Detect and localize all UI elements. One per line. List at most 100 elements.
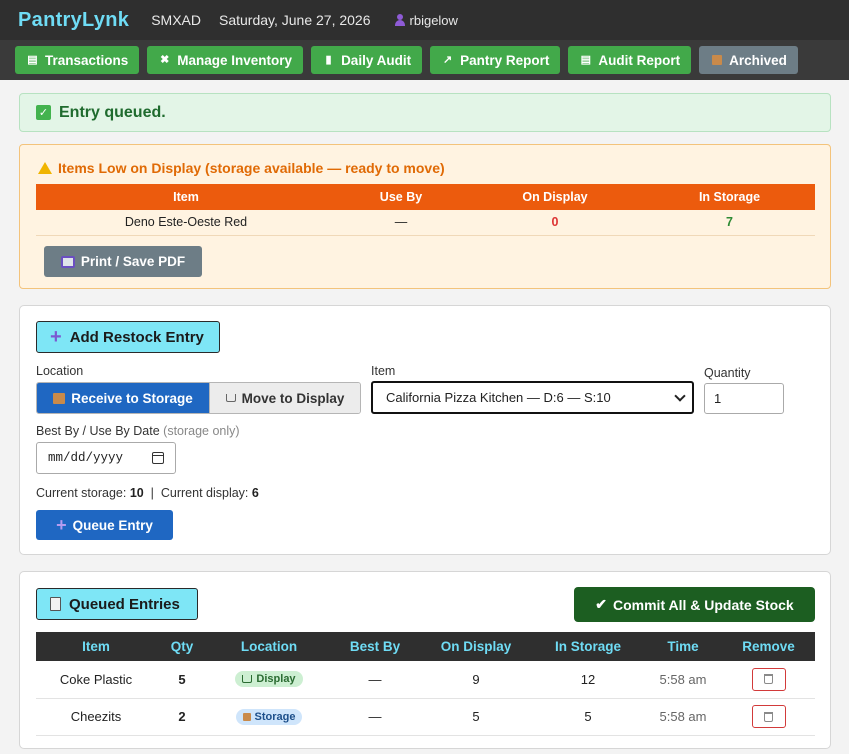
nav-label: Archived [729, 52, 787, 68]
current-stock-info: Current storage: 10 | Current display: 6 [36, 486, 259, 500]
use-by: — [336, 210, 466, 236]
alert-message: Entry queued. [59, 103, 166, 121]
location-cell: Display [208, 661, 330, 699]
box-icon [242, 712, 251, 721]
line-chart-icon: ↗ [442, 53, 453, 66]
plus-icon: + [56, 515, 67, 535]
column-header: On Display [466, 184, 644, 210]
bar-chart-icon: ▮ [325, 53, 332, 66]
user-badge[interactable]: rbigelow [394, 12, 458, 28]
location-badge: Storage [235, 708, 303, 725]
remove-cell [722, 661, 815, 699]
column-header: Time [644, 632, 722, 661]
cart-icon [225, 394, 236, 402]
success-alert: ✓ Entry queued. [19, 93, 831, 132]
clipboard-icon [50, 597, 61, 611]
time: 5:58 am [644, 698, 722, 736]
column-header: Item [36, 184, 336, 210]
nav-label: Audit Report [598, 52, 681, 68]
nav-label: Transactions [45, 52, 129, 68]
item-label: Item [371, 364, 396, 378]
low-display-title: Items Low on Display (storage available … [38, 160, 445, 176]
receive-to-storage-option[interactable]: Receive to Storage [37, 383, 209, 413]
chevron-down-icon [674, 390, 686, 402]
checkmark-icon: ✔ [595, 596, 607, 612]
date-label: Best By / Use By Date (storage only) [36, 424, 240, 438]
print-pdf-button[interactable]: Print / Save PDF [44, 246, 202, 277]
column-header: On Display [420, 632, 532, 661]
nav-daily-audit-button[interactable]: ▮ Daily Audit [311, 46, 423, 74]
nav-label: Manage Inventory [177, 52, 293, 68]
on-display: 5 [420, 698, 532, 736]
on-display-count: 0 [466, 210, 644, 236]
item-name: Cheezits [36, 698, 156, 736]
nav-manage-inventory-button[interactable]: ✖ Manage Inventory [147, 46, 304, 74]
queue-entry-button[interactable]: + Queue Entry [36, 510, 173, 540]
item-name: Coke Plastic [36, 661, 156, 699]
queued-entries-table: Item Qty Location Best By On Display In … [36, 632, 815, 736]
brand-logo[interactable]: PantryLynk [18, 9, 129, 32]
column-header: Use By [336, 184, 466, 210]
restock-card: + Add Restock Entry Location Receive to … [19, 305, 831, 555]
column-header: Location [208, 632, 330, 661]
commit-all-button[interactable]: ✔ Commit All & Update Stock [574, 587, 815, 622]
location-badge: Display [235, 671, 303, 688]
best-by: — [330, 698, 420, 736]
remove-button[interactable] [751, 705, 786, 728]
queued-entries-card: Queued Entries ✔ Commit All & Update Sto… [19, 571, 831, 749]
printer-icon [60, 255, 75, 268]
table-row: Coke Plastic 5 Display — 9 12 5:58 am [36, 661, 815, 699]
location-cell: Storage [208, 698, 330, 736]
column-header: Remove [722, 632, 815, 661]
nav-audit-report-button[interactable]: ▤ Audit Report [568, 46, 692, 74]
location-toggle: Receive to Storage Move to Display [36, 382, 361, 414]
table-row: Deno Este-Oeste Red — 0 7 [36, 210, 815, 236]
main-nav: ▤ Transactions ✖ Manage Inventory ▮ Dail… [0, 40, 849, 80]
add-restock-entry-header[interactable]: + Add Restock Entry [36, 321, 220, 353]
warning-icon [38, 162, 52, 174]
location-label: Location [36, 364, 84, 378]
calendar-icon[interactable] [152, 452, 164, 464]
item-name: Deno Este-Oeste Red [36, 210, 336, 236]
column-header: Item [36, 632, 156, 661]
nav-transactions-button[interactable]: ▤ Transactions [15, 46, 140, 74]
check-icon: ✓ [36, 105, 51, 120]
low-display-panel: Items Low on Display (storage available … [19, 144, 831, 289]
trash-icon [764, 674, 773, 685]
in-storage: 12 [532, 661, 644, 699]
username: rbigelow [409, 12, 458, 28]
nav-label: Daily Audit [341, 52, 412, 68]
table-row: Cheezits 2 Storage — 5 5 5:58 am [36, 698, 815, 736]
cart-icon [242, 675, 253, 684]
clipboard-icon: ▤ [27, 53, 38, 66]
remove-button[interactable] [751, 667, 786, 691]
best-by-date-input[interactable]: mm/dd/yyyy [36, 442, 176, 474]
nav-pantry-report-button[interactable]: ↗ Pantry Report [430, 46, 561, 74]
box-icon [53, 392, 66, 404]
on-display: 9 [420, 661, 532, 699]
quantity-label: Quantity [704, 366, 751, 380]
top-bar: PantryLynk SMXAD Saturday, June 27, 2026… [0, 0, 849, 40]
move-to-display-option[interactable]: Move to Display [209, 383, 360, 413]
column-header: In Storage [644, 184, 815, 210]
column-header: Best By [330, 632, 420, 661]
site-code: SMXAD [151, 12, 201, 28]
in-storage: 5 [532, 698, 644, 736]
in-storage-count: 7 [644, 210, 815, 236]
qty: 2 [156, 698, 208, 736]
current-display-value: 6 [251, 486, 259, 500]
current-date: Saturday, June 27, 2026 [218, 12, 371, 28]
nav-archived-button[interactable]: Archived [699, 46, 798, 74]
tools-icon: ✖ [160, 53, 170, 66]
column-header: Qty [156, 632, 208, 661]
best-by: — [330, 661, 420, 699]
user-icon [394, 14, 405, 26]
nav-label: Pantry Report [460, 52, 550, 68]
low-display-table: Item Use By On Display In Storage Deno E… [36, 184, 815, 236]
queued-entries-header[interactable]: Queued Entries [36, 588, 198, 620]
item-select[interactable]: California Pizza Kitchen — D:6 — S:10 [371, 381, 694, 414]
plus-icon: + [50, 326, 62, 348]
qty: 5 [156, 661, 208, 699]
clipboard-icon: ▤ [580, 53, 592, 66]
quantity-input[interactable]: 1 [704, 383, 784, 414]
